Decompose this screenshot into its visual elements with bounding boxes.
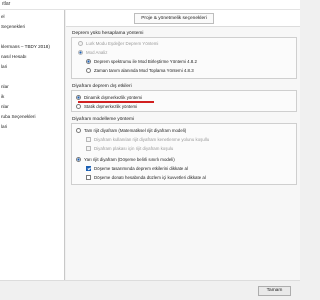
sidebar-item[interactable]: lari xyxy=(0,62,64,71)
settings-panel: Proje & yönetmelik seçenekleri Deprem yü… xyxy=(66,10,300,280)
sidebar-item[interactable]: nlar xyxy=(0,102,64,111)
checkbox-icon xyxy=(86,146,91,151)
radio-icon xyxy=(86,68,91,73)
group-diaphragm-modeling: Tam rijit diyafram (Matematiksel rijit d… xyxy=(71,123,297,185)
group-diaphragm-eccentricity: Dinamik dışmerkezlik yöntemi Statik dışm… xyxy=(71,90,297,112)
sidebar-item[interactable]: ik xyxy=(0,92,64,101)
sidebar-item[interactable] xyxy=(0,32,64,41)
window-titlebar: ıtlar xyxy=(0,0,300,10)
radio-icon xyxy=(76,95,81,100)
group-title-diaphragm-modeling: Diyafram modelleme yöntemi xyxy=(72,117,135,122)
radio-icon xyxy=(76,104,81,109)
ok-button[interactable]: Tamam xyxy=(258,286,291,296)
radio-icon xyxy=(86,59,91,64)
sidebar-item[interactable]: nasıl Hesabı xyxy=(0,52,64,61)
sidebar-item[interactable]: klermans – TBDY 2018) xyxy=(0,42,64,51)
checkbox-icon xyxy=(86,166,91,171)
tab-bar: Proje & yönetmelik seçenekleri xyxy=(66,10,300,27)
sidebar-item[interactable]: lari xyxy=(0,122,64,131)
radio-icon xyxy=(78,50,83,55)
radio-icon xyxy=(78,41,83,46)
sidebar-item[interactable] xyxy=(0,72,64,81)
settings-sidebar: el Seçenekleri klermans – TBDY 2018) nas… xyxy=(0,10,65,280)
dialog-footer: Tamam xyxy=(0,280,300,300)
checkbox-icon xyxy=(86,137,91,142)
sidebar-item[interactable]: Seçenekleri xyxy=(0,22,64,31)
window-title: ıtlar xyxy=(2,1,11,7)
group-title-diaphragm-eccentricity: Diyafram deprem dış etkileri xyxy=(72,84,132,89)
checkbox-icon xyxy=(86,175,91,180)
radio-icon xyxy=(76,128,81,133)
tab-project-regulation-options[interactable]: Proje & yönetmelik seçenekleri xyxy=(134,13,214,24)
sidebar-item[interactable]: el xyxy=(0,12,64,21)
sidebar-item[interactable]: ruba Seçenekleri xyxy=(0,112,64,121)
group-title-seismic-method: Deprem yükü hesaplama yöntemi xyxy=(72,31,144,36)
sidebar-item[interactable]: nlar xyxy=(0,82,64,91)
radio-icon xyxy=(76,157,81,162)
group-seismic-method: Lurk Modu Eşdeğer Deprem Yöntemi Mod Ana… xyxy=(71,37,297,79)
